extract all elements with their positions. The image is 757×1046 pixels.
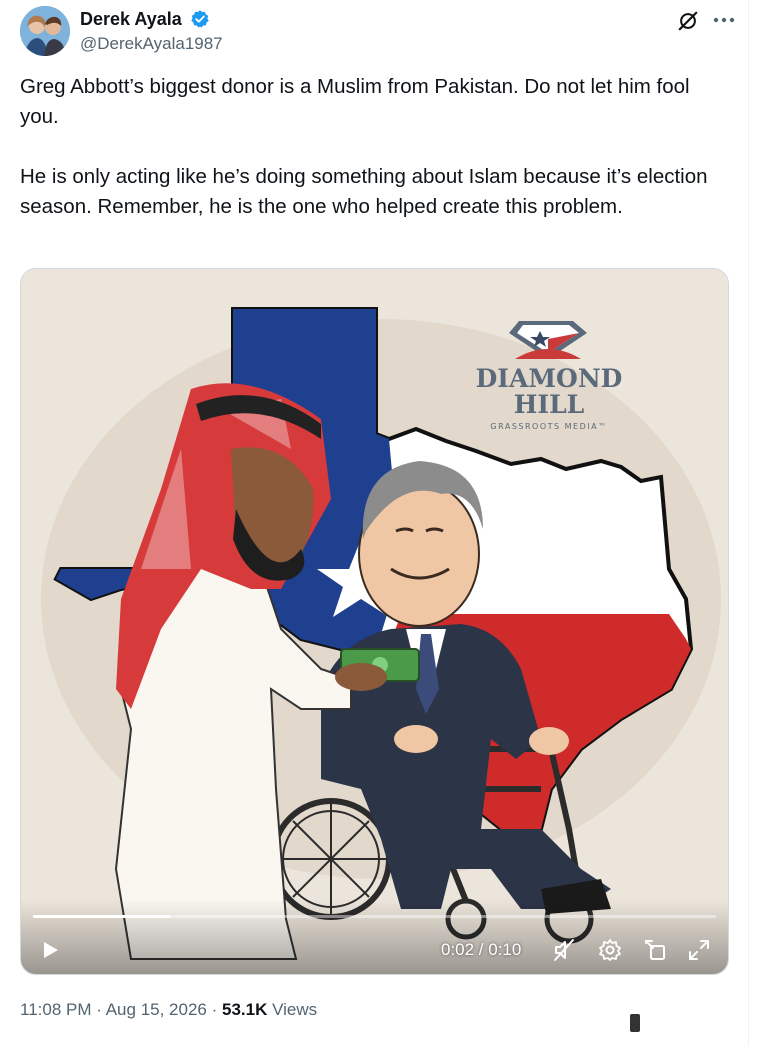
watermark-line2: HILL <box>514 390 585 419</box>
verified-badge-icon <box>190 9 210 29</box>
video-frame: DIAMOND HILL GRASSROOTS MEDIA™ <box>21 269 728 974</box>
gear-icon[interactable] <box>598 938 622 962</box>
author-display-name[interactable]: Derek Ayala <box>80 8 182 30</box>
tweet-date[interactable]: Aug 15, 2026 <box>106 1000 207 1019</box>
tweet-header: Derek Ayala @DerekAyala1987 <box>20 6 737 58</box>
views-label: Views <box>272 1000 318 1019</box>
progress-fill <box>33 915 170 918</box>
scrollbar-thumb[interactable] <box>630 1014 640 1032</box>
meta-separator: · <box>96 1000 102 1019</box>
meta-separator: · <box>211 1000 218 1019</box>
avatar[interactable] <box>20 6 70 56</box>
tweet-paragraph: Greg Abbott’s biggest donor is a Muslim … <box>20 75 690 128</box>
watermark-tagline: GRASSROOTS MEDIA™ <box>490 422 607 431</box>
author-handle[interactable]: @DerekAyala1987 <box>80 32 223 56</box>
video-controls: 0:02 / 0:10 <box>21 899 728 974</box>
watermark-line1: DIAMOND <box>476 364 623 393</box>
tweet-text: Greg Abbott’s biggest donor is a Muslim … <box>20 72 720 252</box>
views-count: 53.1K <box>222 1000 268 1019</box>
progress-bar[interactable] <box>33 915 716 918</box>
tweet-meta: 11:08 PM · Aug 15, 2026 · 53.1K Views <box>20 998 317 1022</box>
tweet-paragraph: He is only acting like he’s doing someth… <box>20 165 708 218</box>
play-icon[interactable] <box>39 939 61 961</box>
tweet-time[interactable]: 11:08 PM <box>20 1000 92 1019</box>
fullscreen-icon[interactable] <box>687 938 711 962</box>
pip-icon[interactable] <box>643 938 667 962</box>
author-names: Derek Ayala @DerekAyala1987 <box>80 8 223 56</box>
column-divider <box>748 0 749 1046</box>
mute-icon[interactable] <box>552 938 576 962</box>
more-icon[interactable] <box>711 8 737 32</box>
video-player[interactable]: DIAMOND HILL GRASSROOTS MEDIA™ 0:02 / 0:… <box>20 268 729 975</box>
time-display: 0:02 / 0:10 <box>441 940 522 959</box>
grok-icon[interactable] <box>677 10 699 32</box>
